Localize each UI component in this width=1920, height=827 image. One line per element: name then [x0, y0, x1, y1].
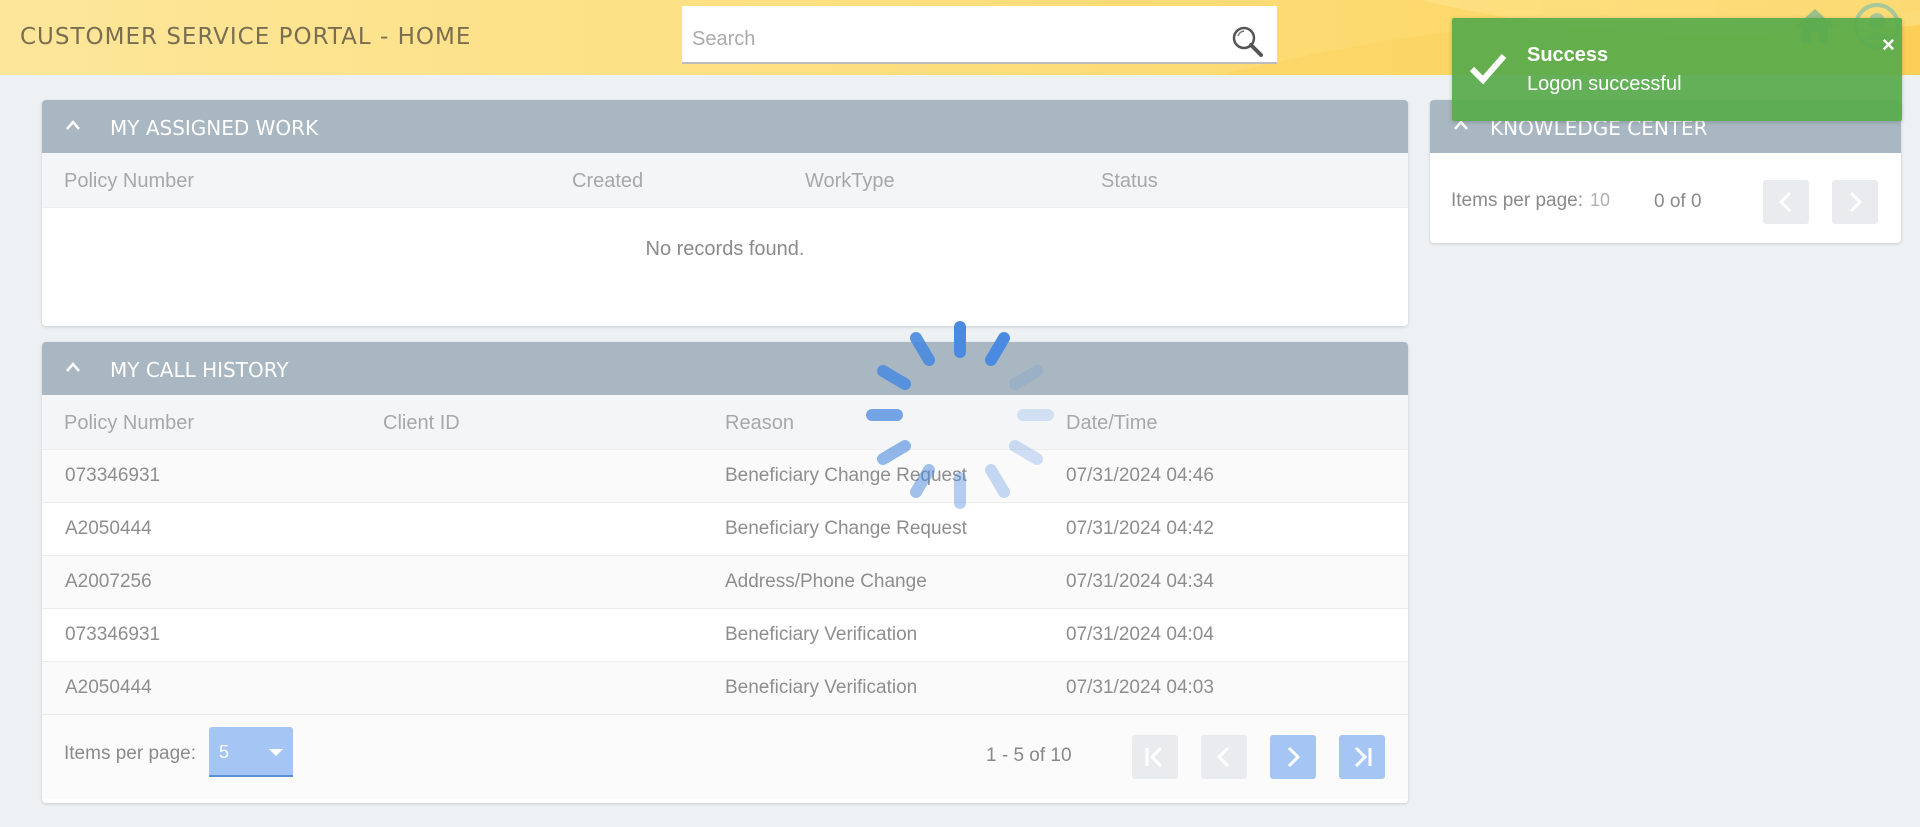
loading-spinner-icon: [866, 321, 1054, 509]
cell-datetime: 07/31/2024 04:34: [1066, 571, 1214, 592]
assigned-work-title: MY ASSIGNED WORK: [110, 116, 319, 140]
col-status[interactable]: Status: [1101, 170, 1158, 193]
collapse-chevron-icon[interactable]: [64, 360, 82, 374]
chevron-left-icon: [1216, 746, 1230, 768]
table-row[interactable]: A2007256 Address/Phone Change 07/31/2024…: [42, 556, 1408, 609]
call-history-header[interactable]: MY CALL HISTORY: [42, 342, 1408, 395]
cell-reason: Beneficiary Change Request: [725, 518, 967, 539]
next-page-button[interactable]: [1270, 735, 1316, 779]
col-worktype[interactable]: WorkType: [805, 170, 895, 193]
cell-policy: A2050444: [65, 677, 152, 698]
items-per-page-label: Items per page:: [1451, 190, 1584, 211]
table-row[interactable]: A2050444 Beneficiary Verification 07/31/…: [42, 662, 1408, 715]
call-history-panel: MY CALL HISTORY Policy Number Client ID …: [42, 342, 1408, 803]
col-policy-number[interactable]: Policy Number: [64, 170, 194, 193]
cell-reason: Address/Phone Change: [725, 571, 927, 592]
cell-datetime: 07/31/2024 04:46: [1066, 465, 1214, 486]
next-page-button[interactable]: [1832, 180, 1878, 224]
cell-policy: A2050444: [65, 518, 152, 539]
assigned-work-column-headers: Policy Number Created WorkType Status: [42, 153, 1408, 208]
items-per-page-label: Items per page:: [64, 743, 197, 764]
knowledge-center-panel: KNOWLEDGE CENTER Items per page: 10 0 of…: [1430, 100, 1901, 243]
page-range: 1 - 5 of 10: [986, 745, 1072, 766]
col-datetime[interactable]: Date/Time: [1066, 412, 1158, 435]
first-page-button[interactable]: [1132, 735, 1178, 779]
table-row[interactable]: A2050444 Beneficiary Change Request 07/3…: [42, 503, 1408, 556]
items-per-page-value[interactable]: 10: [1590, 190, 1610, 211]
table-row[interactable]: 073346931 Beneficiary Change Request 07/…: [42, 450, 1408, 503]
cell-datetime: 07/31/2024 04:04: [1066, 624, 1214, 645]
col-client-id[interactable]: Client ID: [383, 412, 460, 435]
col-reason[interactable]: Reason: [725, 412, 794, 435]
toast-title: Success: [1527, 44, 1609, 66]
success-toast[interactable]: Success Logon successful ×: [1452, 18, 1902, 121]
call-history-rows: 073346931 Beneficiary Change Request 07/…: [42, 450, 1408, 715]
close-icon[interactable]: ×: [1882, 34, 1895, 56]
assigned-work-panel: MY ASSIGNED WORK Policy Number Created W…: [42, 100, 1408, 326]
chevron-right-icon: [1849, 191, 1863, 213]
call-history-title: MY CALL HISTORY: [110, 358, 289, 382]
table-row[interactable]: 073346931 Beneficiary Verification 07/31…: [42, 609, 1408, 662]
toast-message: Logon successful: [1527, 73, 1682, 95]
cell-policy: 073346931: [65, 624, 161, 645]
items-per-page-select[interactable]: 5: [209, 727, 293, 777]
chevron-left-icon: [1778, 191, 1792, 213]
checkmark-icon: [1469, 54, 1507, 85]
search-box[interactable]: [682, 6, 1277, 64]
assigned-work-header[interactable]: MY ASSIGNED WORK: [42, 100, 1408, 153]
cell-policy: A2007256: [65, 571, 152, 592]
last-page-button[interactable]: [1339, 735, 1385, 779]
search-input[interactable]: [690, 24, 1214, 54]
last-page-icon: [1354, 746, 1372, 768]
cell-datetime: 07/31/2024 04:03: [1066, 677, 1214, 698]
page-title: CUSTOMER SERVICE PORTAL - HOME: [20, 24, 472, 50]
cell-reason: Beneficiary Verification: [725, 624, 918, 645]
empty-message: No records found.: [645, 238, 805, 260]
collapse-chevron-icon[interactable]: [64, 118, 82, 132]
prev-page-button[interactable]: [1763, 180, 1809, 224]
items-per-page-value: 5: [219, 742, 230, 762]
call-history-pager: Items per page: 5 1 - 5 of 10: [42, 715, 1408, 799]
cell-policy: 073346931: [65, 465, 161, 486]
call-history-column-headers: Policy Number Client ID Reason Date/Time: [42, 395, 1408, 450]
col-policy-number[interactable]: Policy Number: [64, 412, 194, 435]
page-range: 0 of 0: [1654, 191, 1702, 212]
prev-page-button[interactable]: [1201, 735, 1247, 779]
search-icon[interactable]: [1230, 24, 1266, 60]
cell-datetime: 07/31/2024 04:42: [1066, 518, 1214, 539]
first-page-icon: [1145, 746, 1163, 768]
col-created[interactable]: Created: [572, 170, 643, 193]
chevron-down-icon: [269, 749, 283, 756]
cell-reason: Beneficiary Verification: [725, 677, 918, 698]
chevron-right-icon: [1287, 746, 1301, 768]
knowledge-center-pager: Items per page: 10 0 of 0: [1430, 153, 1901, 243]
